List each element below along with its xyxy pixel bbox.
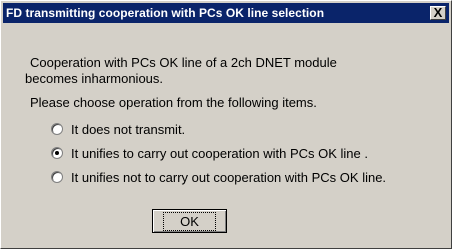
message-line-2: becomes inharmonious.	[25, 71, 164, 86]
radio-button[interactable]	[51, 171, 63, 183]
window-title: FD transmitting cooperation with PCs OK …	[6, 6, 325, 20]
radio-button[interactable]	[51, 123, 63, 135]
radio-button-checked[interactable]	[51, 147, 63, 159]
message-line-1: Cooperation with PCs OK line of a 2ch DN…	[30, 55, 337, 70]
dialog-window: FD transmitting cooperation with PCs OK …	[0, 0, 452, 249]
option-label: It does not transmit.	[71, 121, 186, 137]
ok-button-label: OK	[163, 211, 216, 231]
option-unify-not-cooperate[interactable]: It unifies not to carry out cooperation …	[51, 169, 386, 185]
close-button[interactable]: X	[430, 6, 446, 20]
message-line-3: Please choose operation from the followi…	[30, 95, 317, 110]
option-label: It unifies not to carry out cooperation …	[71, 169, 387, 185]
option-unify-cooperate[interactable]: It unifies to carry out cooperation with…	[51, 145, 368, 161]
option-label: It unifies to carry out cooperation with…	[71, 145, 368, 161]
title-bar[interactable]: FD transmitting cooperation with PCs OK …	[3, 3, 449, 23]
ok-button[interactable]: OK	[152, 209, 227, 233]
option-no-transmit[interactable]: It does not transmit.	[51, 121, 185, 137]
